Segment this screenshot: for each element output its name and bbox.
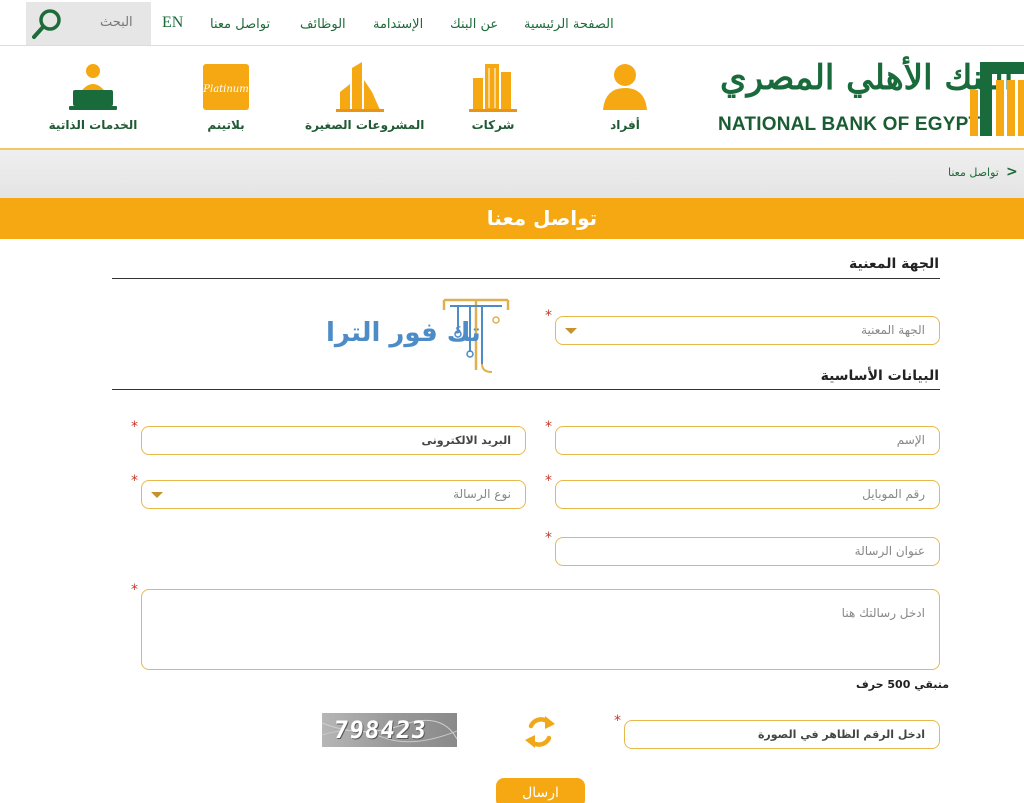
message-body-textarea[interactable]: ادخل رسالتك هنا [141, 589, 940, 670]
platinum-script: Platinum [203, 84, 249, 95]
language-toggle[interactable]: EN [162, 14, 183, 32]
required-mark: * [131, 473, 138, 489]
category-platinum[interactable]: Platinum بلاتينم [171, 62, 281, 132]
category-individuals[interactable]: أفراد [570, 62, 680, 132]
breadcrumb [0, 150, 1024, 198]
category-label: الخدمات الذاتية [48, 118, 138, 132]
nav-about-bank[interactable]: عن البنك [450, 17, 498, 32]
submit-button[interactable]: ارسال [496, 778, 585, 803]
laptop-user-icon [69, 64, 117, 110]
message-subject-field[interactable]: عنوان الرسالة [555, 537, 940, 566]
category-label: أفراد [610, 118, 640, 132]
search-icon[interactable] [30, 6, 66, 42]
captcha-image: 798423 [322, 713, 457, 747]
section-title-department: الجهة المعنية [848, 256, 939, 272]
header: الخدمات الذاتية Platinum بلاتينم المشروع… [0, 46, 1024, 150]
nav-jobs[interactable]: الوظائف [300, 17, 346, 32]
required-mark: * [614, 713, 621, 729]
watermark-text: تك فور الترا [326, 318, 481, 348]
required-mark: * [131, 419, 138, 435]
category-label: شركات [471, 118, 515, 132]
office-tower-icon [469, 64, 517, 112]
category-small-projects[interactable]: المشروعات الصغيرة [305, 62, 425, 132]
category-companies[interactable]: شركات [438, 62, 548, 132]
nav-home[interactable]: الصفحة الرئيسية [524, 17, 614, 32]
email-field[interactable]: البريد الالكترونى [141, 426, 526, 455]
captcha-code: 798423 [332, 716, 429, 744]
mobile-field[interactable]: رقم الموبايل [555, 480, 940, 509]
required-mark: * [131, 582, 138, 598]
nav-sustainability[interactable]: الإستدامة [373, 17, 423, 32]
name-field[interactable]: الإسم [555, 426, 940, 455]
person-icon [603, 64, 647, 110]
required-mark: * [545, 473, 552, 489]
bank-logo-icon [970, 62, 1024, 136]
required-mark: * [545, 308, 552, 324]
remaining-characters: متبقي 500 حرف [856, 678, 950, 691]
category-self-services[interactable]: الخدمات الذاتية [38, 62, 148, 132]
buildings-icon [336, 62, 384, 112]
required-mark: * [545, 419, 552, 435]
top-nav: البحث EN تواصل معنا الوظائف الإستدامة عن… [0, 0, 1024, 46]
breadcrumb-arrow-icon: > [1006, 164, 1018, 180]
category-label: المشروعات الصغيرة [305, 118, 425, 132]
nav-contact-us[interactable]: تواصل معنا [210, 17, 270, 32]
section-title-basic-info: البيانات الأساسية [820, 368, 939, 384]
refresh-icon[interactable] [523, 714, 557, 750]
section-divider [112, 278, 940, 279]
category-label: بلاتينم [207, 118, 245, 132]
department-select[interactable]: الجهة المعنية [555, 316, 940, 345]
required-mark: * [545, 530, 552, 546]
logo-english: NATIONAL BANK OF EGYPT [718, 114, 981, 135]
chevron-down-icon[interactable] [565, 328, 577, 334]
page-title: تواصل معنا [486, 206, 598, 230]
chevron-down-icon[interactable] [151, 492, 163, 498]
captcha-input[interactable]: ادخل الرقم الظاهر في الصورة [624, 720, 940, 749]
platinum-card-icon: Platinum [203, 64, 249, 110]
section-divider [112, 389, 940, 390]
breadcrumb-current[interactable]: تواصل معنا [948, 166, 999, 179]
message-type-select[interactable]: نوع الرسالة [141, 480, 526, 509]
logo-arabic: البنك الأهلي المصري [720, 58, 1014, 98]
search-label[interactable]: البحث [100, 15, 133, 30]
